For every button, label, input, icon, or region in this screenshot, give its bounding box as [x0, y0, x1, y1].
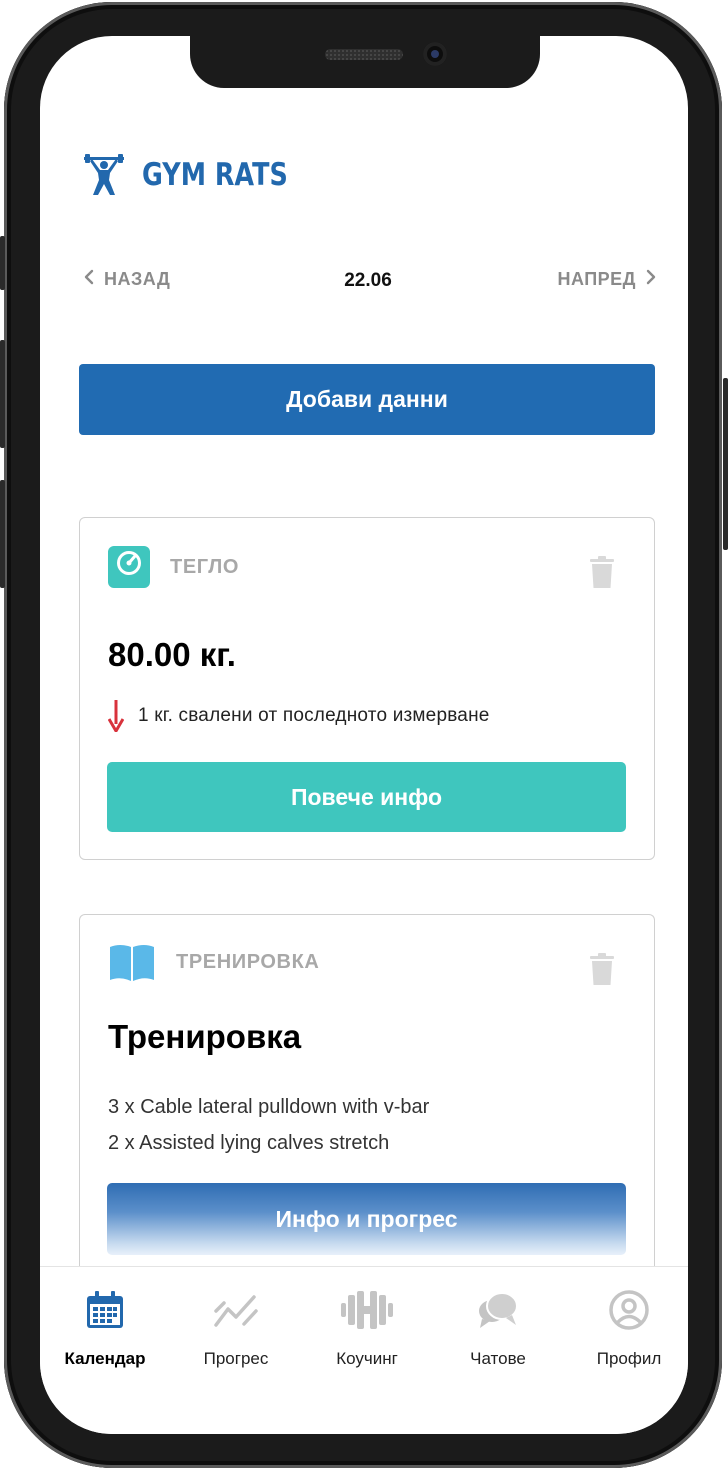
tab-profile[interactable]: Профил	[564, 1287, 688, 1369]
tab-calendar[interactable]: Календар	[40, 1287, 170, 1369]
bottom-tab-bar: Календар Прогрес Коучинг Чатове Профил	[40, 1266, 688, 1434]
front-camera	[423, 42, 447, 66]
more-info-button[interactable]: Повече инфо	[107, 762, 626, 832]
tab-progress-label: Прогрес	[203, 1349, 269, 1368]
arrow-down-icon	[108, 700, 124, 732]
back-button[interactable]: НАЗАД	[84, 268, 170, 291]
tab-chats-label: Чатове	[470, 1349, 526, 1368]
mute-switch	[0, 236, 5, 290]
user-circle-icon	[609, 1290, 649, 1330]
list-item: 2 x Assisted lying calves stretch	[108, 1132, 390, 1154]
scale-icon	[108, 546, 150, 588]
weight-card-label: ТЕГЛО	[170, 555, 239, 578]
weight-card: ТЕГЛО 80.00 кг. 1 кг. свалени от последн…	[79, 517, 655, 860]
chevron-left-icon	[84, 268, 94, 291]
app-screen: GYM RATS НАЗАД 22.06 НАПРЕД Добави данни	[40, 36, 688, 1434]
add-data-button[interactable]: Добави данни	[79, 364, 655, 435]
chart-line-icon	[214, 1295, 258, 1327]
trash-icon[interactable]	[590, 556, 614, 593]
weightlifter-icon	[84, 154, 124, 195]
volume-up-button	[0, 340, 5, 448]
back-label: НАЗАД	[104, 269, 171, 289]
next-button[interactable]: НАПРЕД	[557, 268, 656, 291]
list-item: 3 x Cable lateral pulldown with v-bar	[108, 1096, 430, 1118]
tab-coaching[interactable]: Коучинг	[302, 1287, 432, 1369]
power-button	[723, 378, 728, 550]
tab-profile-label: Профил	[596, 1349, 662, 1368]
tab-progress[interactable]: Прогрес	[171, 1287, 301, 1369]
app-name: GYM RATS	[142, 157, 288, 193]
workout-title: Тренировка	[108, 1018, 302, 1055]
chat-bubbles-icon	[479, 1292, 518, 1328]
calendar-icon	[87, 1291, 123, 1328]
next-label: НАПРЕД	[557, 269, 636, 289]
weight-value: 80.00 кг.	[108, 636, 236, 673]
weight-card-header: ТЕГЛО	[108, 546, 239, 588]
volume-down-button	[0, 480, 5, 588]
workout-card-label: ТРЕНИРОВКА	[176, 950, 320, 973]
app-logo: GYM RATS	[84, 154, 320, 196]
tab-chats[interactable]: Чатове	[433, 1287, 563, 1369]
speaker-grille	[325, 49, 403, 60]
weight-delta-text: 1 кг. свалени от последното измерване	[138, 705, 490, 726]
trash-icon[interactable]	[590, 953, 614, 990]
chevron-right-icon	[646, 268, 656, 291]
workout-card-header: ТРЕНИРОВКА	[108, 943, 319, 981]
notch	[190, 36, 540, 88]
tab-coaching-label: Коучинг	[336, 1349, 398, 1368]
date-navigation: НАЗАД 22.06 НАПРЕД	[80, 268, 656, 302]
dumbbell-icon	[341, 1291, 393, 1329]
weight-delta: 1 кг. свалени от последното измерване	[108, 700, 490, 732]
info-progress-button[interactable]: Инфо и прогрес	[107, 1183, 626, 1255]
exercise-list: 3 x Cable lateral pulldown with v-bar 2 …	[108, 1089, 429, 1161]
tab-calendar-label: Календар	[64, 1349, 146, 1368]
open-book-icon	[110, 945, 154, 981]
